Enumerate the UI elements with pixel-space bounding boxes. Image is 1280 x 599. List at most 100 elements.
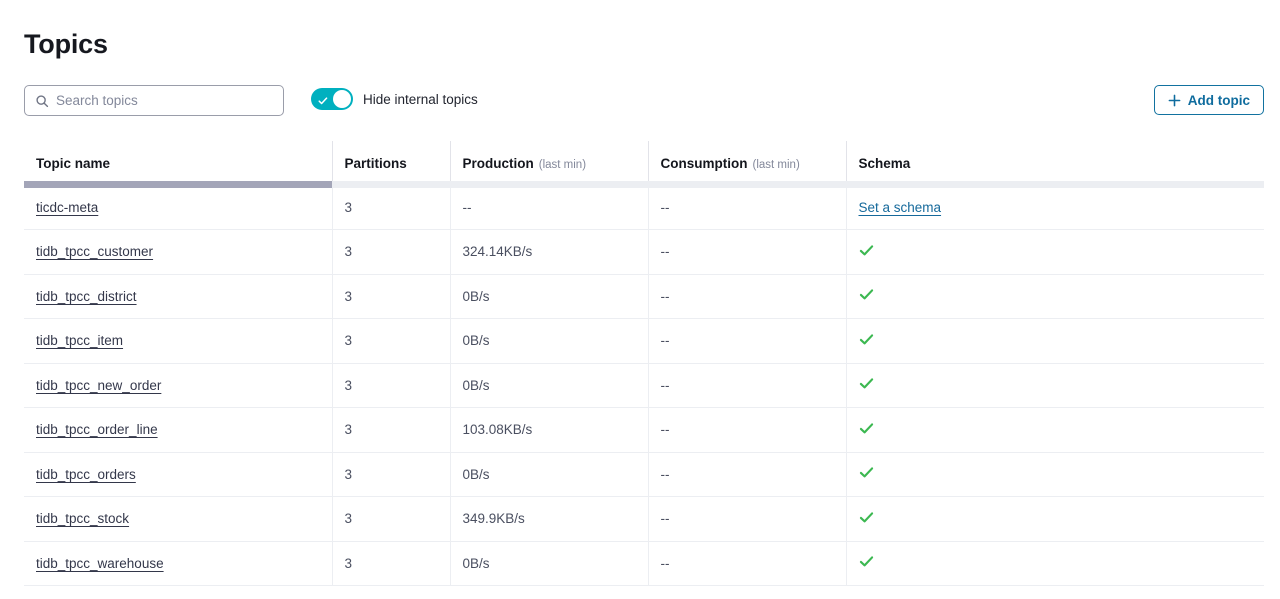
column-header-label: Partitions <box>345 156 407 171</box>
column-header-label: Schema <box>859 156 911 171</box>
topic-name-link[interactable]: tidb_tpcc_customer <box>36 244 153 259</box>
column-header-consumption[interactable]: Consumption (last min) <box>648 141 846 185</box>
cell-production: 0B/s <box>450 541 648 586</box>
cell-schema: Set a schema <box>846 185 1264 230</box>
cell-production: -- <box>450 185 648 230</box>
add-topic-button[interactable]: Add topic <box>1154 85 1264 115</box>
table-row: tidb_tpcc_district30B/s-- <box>24 274 1264 319</box>
horizontal-scrollbar[interactable] <box>24 181 1264 188</box>
check-icon <box>318 93 328 103</box>
cell-partitions: 3 <box>332 408 450 453</box>
search-box[interactable] <box>24 85 284 116</box>
cell-topic-name: tidb_tpcc_new_order <box>24 363 332 408</box>
column-header-label: Consumption <box>661 156 748 171</box>
cell-consumption: -- <box>648 319 846 364</box>
schema-check-icon <box>859 554 874 569</box>
cell-topic-name: tidb_tpcc_warehouse <box>24 541 332 586</box>
schema-check-icon <box>859 376 874 391</box>
topic-name-link[interactable]: tidb_tpcc_orders <box>36 467 136 482</box>
topic-name-link[interactable]: tidb_tpcc_district <box>36 289 137 304</box>
cell-consumption: -- <box>648 541 846 586</box>
cell-schema <box>846 541 1264 586</box>
add-topic-label: Add topic <box>1188 93 1250 108</box>
cell-schema <box>846 230 1264 275</box>
cell-partitions: 3 <box>332 541 450 586</box>
topic-name-link[interactable]: tidb_tpcc_stock <box>36 511 129 526</box>
cell-topic-name: tidb_tpcc_orders <box>24 452 332 497</box>
cell-schema <box>846 274 1264 319</box>
cell-partitions: 3 <box>332 497 450 542</box>
cell-consumption: -- <box>648 185 846 230</box>
plus-icon <box>1168 94 1181 107</box>
column-header-sublabel: (last min) <box>539 159 586 171</box>
cell-schema <box>846 497 1264 542</box>
column-header-label: Production <box>463 156 534 171</box>
topics-table-region: Topic name Partitions Production (last mi… <box>24 141 1264 586</box>
table-row: tidb_tpcc_customer3324.14KB/s-- <box>24 230 1264 275</box>
cell-topic-name: tidb_tpcc_customer <box>24 230 332 275</box>
table-body: ticdc-meta3----Set a schematidb_tpcc_cus… <box>24 185 1264 586</box>
schema-check-icon <box>859 243 874 258</box>
topic-name-link[interactable]: tidb_tpcc_warehouse <box>36 556 164 571</box>
column-header-schema[interactable]: Schema <box>846 141 1264 185</box>
table-row: tidb_tpcc_item 30B/s-- <box>24 319 1264 364</box>
cell-consumption: -- <box>648 408 846 453</box>
toggle-knob <box>333 90 351 108</box>
table-row: ticdc-meta3----Set a schema <box>24 185 1264 230</box>
table-header: Topic name Partitions Production (last mi… <box>24 141 1264 185</box>
cell-schema <box>846 452 1264 497</box>
cell-partitions: 3 <box>332 452 450 497</box>
table-header-row: Topic name Partitions Production (last mi… <box>24 141 1264 185</box>
column-header-topic-name[interactable]: Topic name <box>24 141 332 185</box>
cell-consumption: -- <box>648 363 846 408</box>
cell-production: 103.08KB/s <box>450 408 648 453</box>
search-input[interactable] <box>56 93 273 108</box>
table-row: tidb_tpcc_new_order 30B/s-- <box>24 363 1264 408</box>
topics-table: Topic name Partitions Production (last mi… <box>24 141 1264 586</box>
topic-name-link[interactable]: tidb_tpcc_item <box>36 333 123 348</box>
toolbar: Hide internal topics Add topic <box>0 85 1280 117</box>
cell-production: 324.14KB/s <box>450 230 648 275</box>
topic-name-link[interactable]: tidb_tpcc_order_line <box>36 422 158 437</box>
cell-consumption: -- <box>648 497 846 542</box>
cell-production: 0B/s <box>450 363 648 408</box>
column-header-sublabel: (last min) <box>753 159 800 171</box>
schema-check-icon <box>859 465 874 480</box>
cell-schema <box>846 363 1264 408</box>
cell-topic-name: ticdc-meta <box>24 185 332 230</box>
column-header-label: Topic name <box>36 156 110 171</box>
cell-partitions: 3 <box>332 363 450 408</box>
cell-schema <box>846 408 1264 453</box>
table-row: tidb_tpcc_stock 3349.9KB/s-- <box>24 497 1264 542</box>
hide-internal-topics-toggle-group[interactable]: Hide internal topics <box>311 88 478 110</box>
cell-topic-name: tidb_tpcc_stock <box>24 497 332 542</box>
schema-check-icon <box>859 287 874 302</box>
toggle-label: Hide internal topics <box>363 92 478 107</box>
cell-production: 0B/s <box>450 452 648 497</box>
cell-topic-name: tidb_tpcc_item <box>24 319 332 364</box>
scrollbar-thumb[interactable] <box>24 181 332 188</box>
schema-check-icon <box>859 421 874 436</box>
topic-name-link[interactable]: ticdc-meta <box>36 200 98 215</box>
column-header-partitions[interactable]: Partitions <box>332 141 450 185</box>
cell-partitions: 3 <box>332 185 450 230</box>
table-row: tidb_tpcc_warehouse 30B/s-- <box>24 541 1264 586</box>
table-row: tidb_tpcc_order_line 3103.08KB/s-- <box>24 408 1264 453</box>
schema-check-icon <box>859 510 874 525</box>
cell-partitions: 3 <box>332 230 450 275</box>
cell-partitions: 3 <box>332 319 450 364</box>
cell-schema <box>846 319 1264 364</box>
table-row: tidb_tpcc_orders 30B/s-- <box>24 452 1264 497</box>
cell-production: 0B/s <box>450 319 648 364</box>
hide-internal-topics-toggle[interactable] <box>311 88 353 110</box>
column-header-production[interactable]: Production (last min) <box>450 141 648 185</box>
cell-production: 349.9KB/s <box>450 497 648 542</box>
cell-consumption: -- <box>648 452 846 497</box>
page-title: Topics <box>24 26 108 62</box>
topic-name-link[interactable]: tidb_tpcc_new_order <box>36 378 161 393</box>
set-a-schema-link[interactable]: Set a schema <box>859 200 942 215</box>
cell-consumption: -- <box>648 274 846 319</box>
search-icon <box>35 94 49 108</box>
schema-check-icon <box>859 332 874 347</box>
topics-page: Topics Hide internal topics <box>0 0 1280 599</box>
